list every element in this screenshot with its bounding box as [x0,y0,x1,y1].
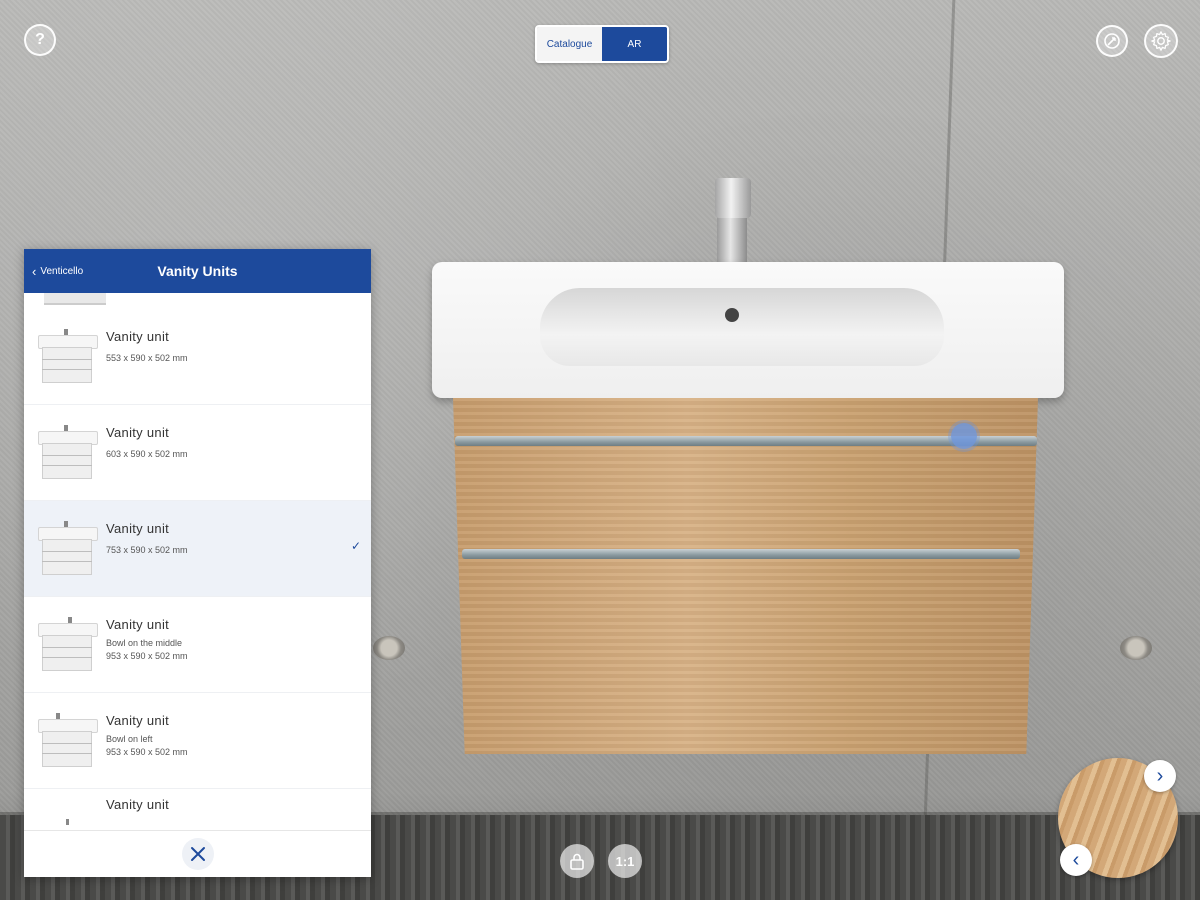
checkmark-icon: ✓ [350,539,361,553]
close-icon [190,847,205,861]
chevron-right-icon: › [1156,765,1164,787]
back-button-label: Venticello [40,265,84,277]
item-variant: Bowl on the middle [106,638,183,648]
next-material-button[interactable]: › [1144,760,1176,792]
close-panel-button[interactable] [181,838,214,870]
list-item-partial [24,293,371,309]
item-name: Vanity unit [106,713,170,728]
item-dimensions: 753 x 590 x 502 mm [106,545,188,555]
product-thumbnail [44,293,106,305]
product-thumbnail [38,521,98,575]
product-thumbnail [38,329,98,383]
wall-tie-hole [1120,636,1152,660]
list-item[interactable]: Vanity unit [24,789,371,829]
item-dimensions: 553 x 590 x 502 mm [106,353,188,363]
washbasin-bowl [540,288,944,366]
item-dimensions: 603 x 590 x 502 mm [106,449,188,459]
gear-icon [1151,31,1171,51]
product-thumbnail [38,425,98,479]
panel-footer [24,830,371,877]
list-item[interactable]: Vanity unit 603 x 590 x 502 mm [24,405,371,501]
tab-catalogue[interactable]: Catalogue [537,27,602,61]
list-item-selected[interactable]: Vanity unit 753 x 590 x 502 mm ✓ [24,501,371,597]
settings-button[interactable] [1144,24,1178,58]
product-thumbnail [66,819,69,825]
chevron-left-icon: ‹ [32,263,37,279]
help-button[interactable]: ? [24,24,56,56]
faucet-lever [715,178,751,218]
drain [725,308,739,322]
tab-ar[interactable]: AR [602,27,667,61]
scale-button[interactable]: 1:1 [608,844,642,878]
product-list[interactable]: Vanity unit 553 x 590 x 502 mm Vanity un… [24,293,371,831]
list-item[interactable]: Vanity unit Bowl on the middle 953 x 590… [24,597,371,693]
measure-button[interactable] [1096,25,1128,57]
drawer-handle-rail [462,549,1020,559]
panel-header: Vanity Units ‹ Venticello [24,249,371,293]
vanity-units-panel: Vanity Units ‹ Venticello Vanity unit 55… [24,249,371,877]
placement-handle[interactable] [951,423,977,449]
item-dimensions: 953 x 590 x 502 mm [106,747,188,757]
item-dimensions: 953 x 590 x 502 mm [106,651,188,661]
list-item[interactable]: Vanity unit Bowl on left 953 x 590 x 502… [24,693,371,789]
chevron-left-icon: ‹ [1072,849,1080,871]
item-variant: Bowl on left [106,734,153,744]
back-button[interactable]: ‹ Venticello [32,249,83,293]
previous-material-button[interactable]: ‹ [1060,844,1092,876]
lock-button[interactable] [560,844,594,878]
drawer-handle-rail [455,436,1037,446]
product-thumbnail [38,713,98,767]
wood-grain [453,398,1038,754]
lock-icon [570,853,584,870]
wall-tie-hole [373,636,405,660]
item-name: Vanity unit [106,425,170,440]
view-mode-toggle[interactable]: Catalogue AR [535,25,669,63]
item-name: Vanity unit [106,797,170,812]
item-name: Vanity unit [106,617,170,632]
list-item[interactable]: Vanity unit 553 x 590 x 502 mm [24,309,371,405]
product-thumbnail [38,617,98,671]
item-name: Vanity unit [106,329,170,344]
scale-label: 1:1 [615,853,635,869]
item-name: Vanity unit [106,521,170,536]
compass-measure-icon [1104,33,1120,49]
question-circle-icon: ? [35,31,45,48]
